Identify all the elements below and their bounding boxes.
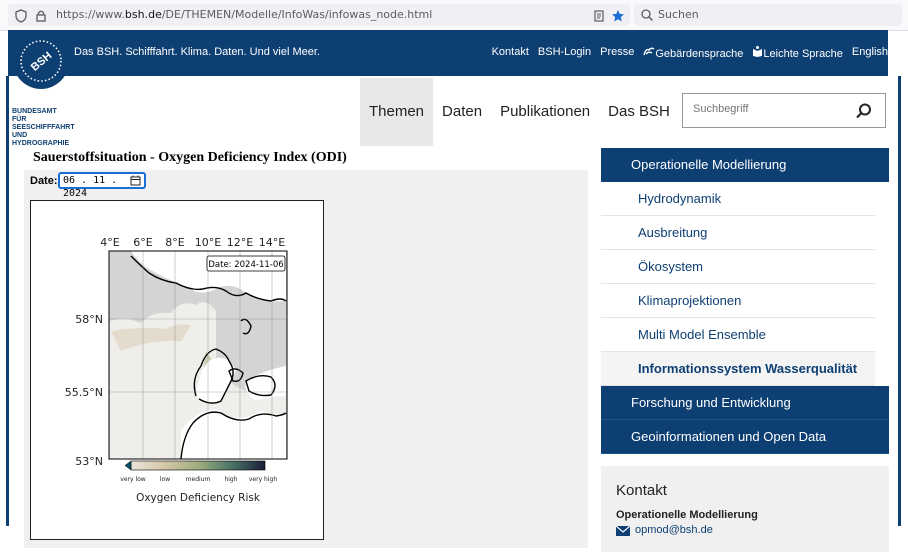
colorbar-label-medium: medium — [186, 476, 211, 483]
mail-icon — [616, 526, 630, 536]
link-leichte-sprache[interactable]: Leichte Sprache — [752, 46, 843, 60]
link-kontakt[interactable]: Kontakt — [492, 46, 529, 60]
lock-icon[interactable] — [34, 9, 48, 23]
sidebar-item-oekosystem[interactable]: Ökosystem — [601, 250, 875, 284]
search-icon — [641, 9, 653, 21]
date-label: Date: — [30, 175, 58, 187]
contact-box: Kontakt Operationelle Modellierung opmod… — [601, 466, 889, 552]
lon-tick-4e: 4°E — [100, 236, 119, 249]
sidebar-item-klimaprojektionen[interactable]: Klimaprojektionen — [601, 284, 875, 318]
nav-das-bsh[interactable]: Das BSH — [599, 78, 679, 146]
link-leichte-sprache-label: Leichte Sprache — [763, 48, 843, 60]
sidebar-item-geoinformationen[interactable]: Geoinformationen und Open Data — [601, 420, 889, 454]
header-tagline: Das BSH. Schifffahrt. Klima. Daten. Und … — [74, 46, 320, 58]
colorbar — [130, 460, 266, 471]
header-links: Kontakt BSH-Login Presse Gebärdensprache… — [492, 46, 888, 60]
bookmark-star-icon[interactable] — [611, 9, 625, 23]
easy-language-icon — [753, 46, 763, 57]
url-path: /DE/THEMEN/Modelle/InfoWas/infowas_node.… — [161, 8, 433, 21]
colorbar-label-high: high — [224, 476, 237, 483]
address-bar[interactable]: https://www.bsh.de/DE/THEMEN/Modelle/Inf… — [8, 4, 630, 26]
contact-heading: Kontakt — [616, 482, 667, 499]
nav-themen[interactable]: Themen — [360, 78, 434, 146]
sign-language-icon — [643, 47, 655, 56]
colorbar-label-very-high: very high — [249, 476, 277, 483]
lon-tick-14e: 14°E — [259, 236, 285, 249]
url-text: https://www.bsh.de/DE/THEMEN/Modelle/Inf… — [56, 8, 432, 21]
nav-daten[interactable]: Daten — [433, 78, 491, 146]
shield-icon[interactable] — [14, 9, 28, 23]
sidebar-item-informationssystem-wasserqualitaet[interactable]: Informationssystem Wasserqualität — [601, 352, 875, 386]
lat-tick-58n: 58°N — [75, 313, 103, 326]
bsh-logo-mark: BSH — [20, 40, 62, 82]
colorbar-title: Oxygen Deficiency Risk — [136, 492, 261, 504]
link-bsh-login[interactable]: BSH-Login — [538, 46, 591, 60]
colorbar-label-very-low: very low — [120, 476, 146, 483]
link-presse[interactable]: Presse — [600, 46, 634, 60]
calendar-icon[interactable] — [130, 175, 141, 186]
lon-tick-6e: 6°E — [133, 236, 152, 249]
link-gebaerdensprache-label: Gebärdensprache — [655, 48, 744, 60]
sidebar-item-forschung[interactable]: Forschung und Entwicklung — [601, 386, 889, 420]
browser-toolbar: https://www.bsh.de/DE/THEMEN/Modelle/Inf… — [0, 0, 908, 31]
lon-tick-12e: 12°E — [227, 236, 253, 249]
reader-view-icon[interactable] — [592, 9, 606, 23]
lat-tick-55-5n: 55.5°N — [65, 386, 103, 399]
map-area: Date: 2024-11-06 — [108, 250, 288, 460]
lon-tick-8e: 8°E — [165, 236, 184, 249]
site-search-box — [682, 93, 886, 128]
link-gebaerdensprache[interactable]: Gebärdensprache — [643, 46, 743, 60]
url-prefix: https://www. — [56, 8, 125, 21]
contact-email-link[interactable]: opmod@bsh.de — [635, 524, 713, 536]
bsh-logo-letters: BSH — [29, 50, 55, 74]
sidebar-nav: Operationelle Modellierung Hydrodynamik … — [601, 148, 889, 454]
link-english[interactable]: English — [852, 46, 888, 60]
sidebar-item-operationelle-modellierung[interactable]: Operationelle Modellierung — [601, 148, 889, 182]
odi-map-svg: 4°E 6°E 8°E 10°E 12°E 14°E 58°N 55.5°N 5… — [65, 236, 288, 504]
nav-publikationen[interactable]: Publikationen — [491, 78, 599, 146]
map-date-label: Date: 2024-11-06 — [208, 260, 283, 270]
lon-tick-10e: 10°E — [195, 236, 221, 249]
colorbar-label-low: low — [160, 476, 170, 483]
lat-tick-53n: 53°N — [75, 455, 103, 468]
odi-map-figure: 4°E 6°E 8°E 10°E 12°E 14°E 58°N 55.5°N 5… — [30, 200, 324, 540]
logo-text: BUNDESAMT FÜR SEESCHIFFFAHRT UND HYDROGR… — [12, 108, 75, 147]
bsh-logo[interactable]: BSH — [13, 33, 69, 89]
sidebar-item-ausbreitung[interactable]: Ausbreitung — [601, 216, 875, 250]
url-domain: bsh.de — [124, 8, 162, 21]
contact-subheading: Operationelle Modellierung — [616, 509, 758, 521]
date-input[interactable]: 06 . 11 . 2024 — [58, 172, 146, 199]
sidebar-item-hydrodynamik[interactable]: Hydrodynamik — [601, 182, 875, 216]
colorbar-extend-arrow — [124, 460, 132, 471]
page-title: Sauerstoffsituation - Oxygen Deficiency … — [33, 150, 347, 165]
sidebar-item-multi-model-ensemble[interactable]: Multi Model Ensemble — [601, 318, 875, 352]
right-border — [898, 76, 901, 526]
main-nav: Themen Daten Publikationen Das BSH — [360, 78, 679, 146]
left-border — [6, 76, 9, 526]
site-search-input[interactable] — [691, 102, 845, 116]
browser-search-box[interactable]: Suchen — [634, 4, 902, 26]
browser-search-placeholder: Suchen — [658, 8, 699, 21]
search-icon[interactable] — [855, 102, 873, 120]
